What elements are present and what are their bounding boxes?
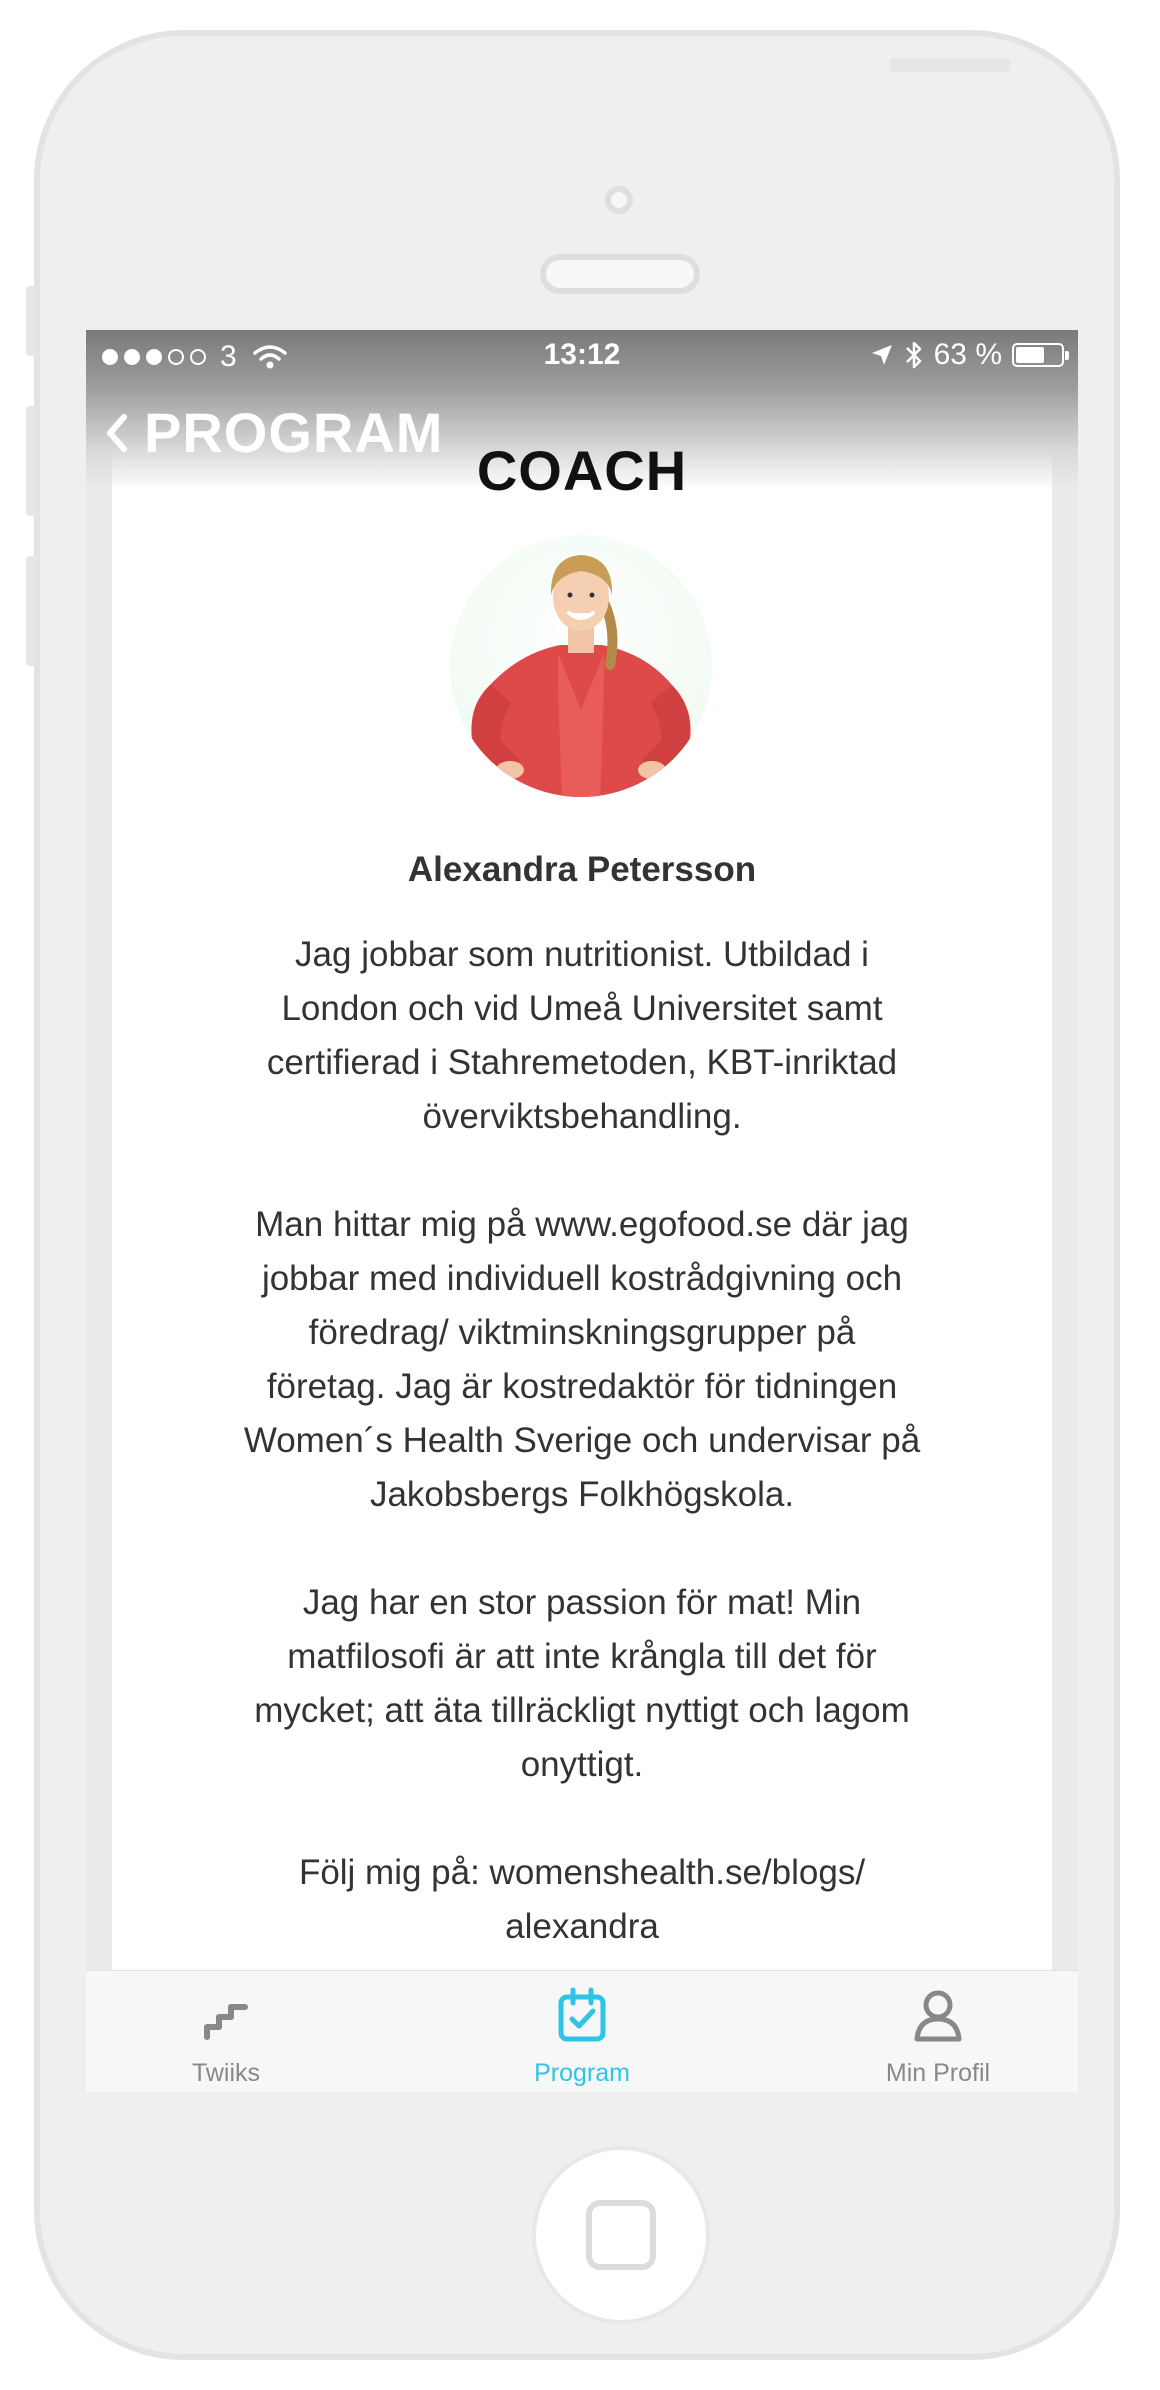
battery-fill <box>1016 347 1044 363</box>
tab-program[interactable]: Program <box>472 1971 692 2092</box>
tab-twiiks[interactable]: Twiiks <box>116 1971 336 2092</box>
status-bar: 3 13:12 63 % <box>86 330 1078 380</box>
bio-paragraph: Man hittar mig på www.egofood.se där jag… <box>243 1205 921 1514</box>
mute-switch <box>26 286 36 356</box>
person-icon <box>914 1990 962 2042</box>
bio-paragraph: Jag jobbar som nutritionist. Utbildad i … <box>266 935 898 1136</box>
status-indicators: 63 % <box>870 338 1069 372</box>
calendar-check-icon <box>558 1987 606 2042</box>
app-screen: 3 13:12 63 % PROGRAM COACH Alexandra Pet… <box>86 330 1078 2092</box>
screen-edge <box>1052 330 1078 1970</box>
battery-nub <box>1065 351 1069 360</box>
coach-photo <box>471 555 691 797</box>
tab-bar: Twiiks Program Min Profil <box>86 1970 1078 2092</box>
home-square-icon <box>586 2200 656 2270</box>
coach-name: Alexandra Petersson <box>407 850 757 889</box>
power-button <box>890 58 1010 72</box>
tab-label: Twiiks <box>191 2059 261 2087</box>
stairs-icon <box>204 2004 248 2040</box>
volume-up-button <box>26 406 36 516</box>
screen-edge <box>86 330 112 1970</box>
tab-min-profil[interactable]: Min Profil <box>828 1971 1048 2092</box>
location-arrow-icon <box>871 345 892 365</box>
front-camera <box>605 186 633 214</box>
battery-percent: 63 % <box>933 338 1002 371</box>
battery-icon <box>1012 343 1069 367</box>
tab-label: Min Profil <box>885 2059 991 2087</box>
earpiece-speaker <box>540 254 700 294</box>
coach-bio: Jag jobbar som nutritionist. Utbildad i … <box>176 928 988 2008</box>
bio-paragraph: Jag har en stor passion för mat! Min mat… <box>254 1583 910 1784</box>
coach-avatar <box>450 535 712 797</box>
home-button[interactable] <box>532 2146 710 2324</box>
bluetooth-icon <box>905 341 921 369</box>
tab-label: Program <box>534 2059 630 2087</box>
volume-down-button <box>26 556 36 666</box>
page-title: COACH <box>476 439 688 502</box>
bio-paragraph: Följ mig på: womenshealth.se/blogs/ alex… <box>298 1853 866 1946</box>
